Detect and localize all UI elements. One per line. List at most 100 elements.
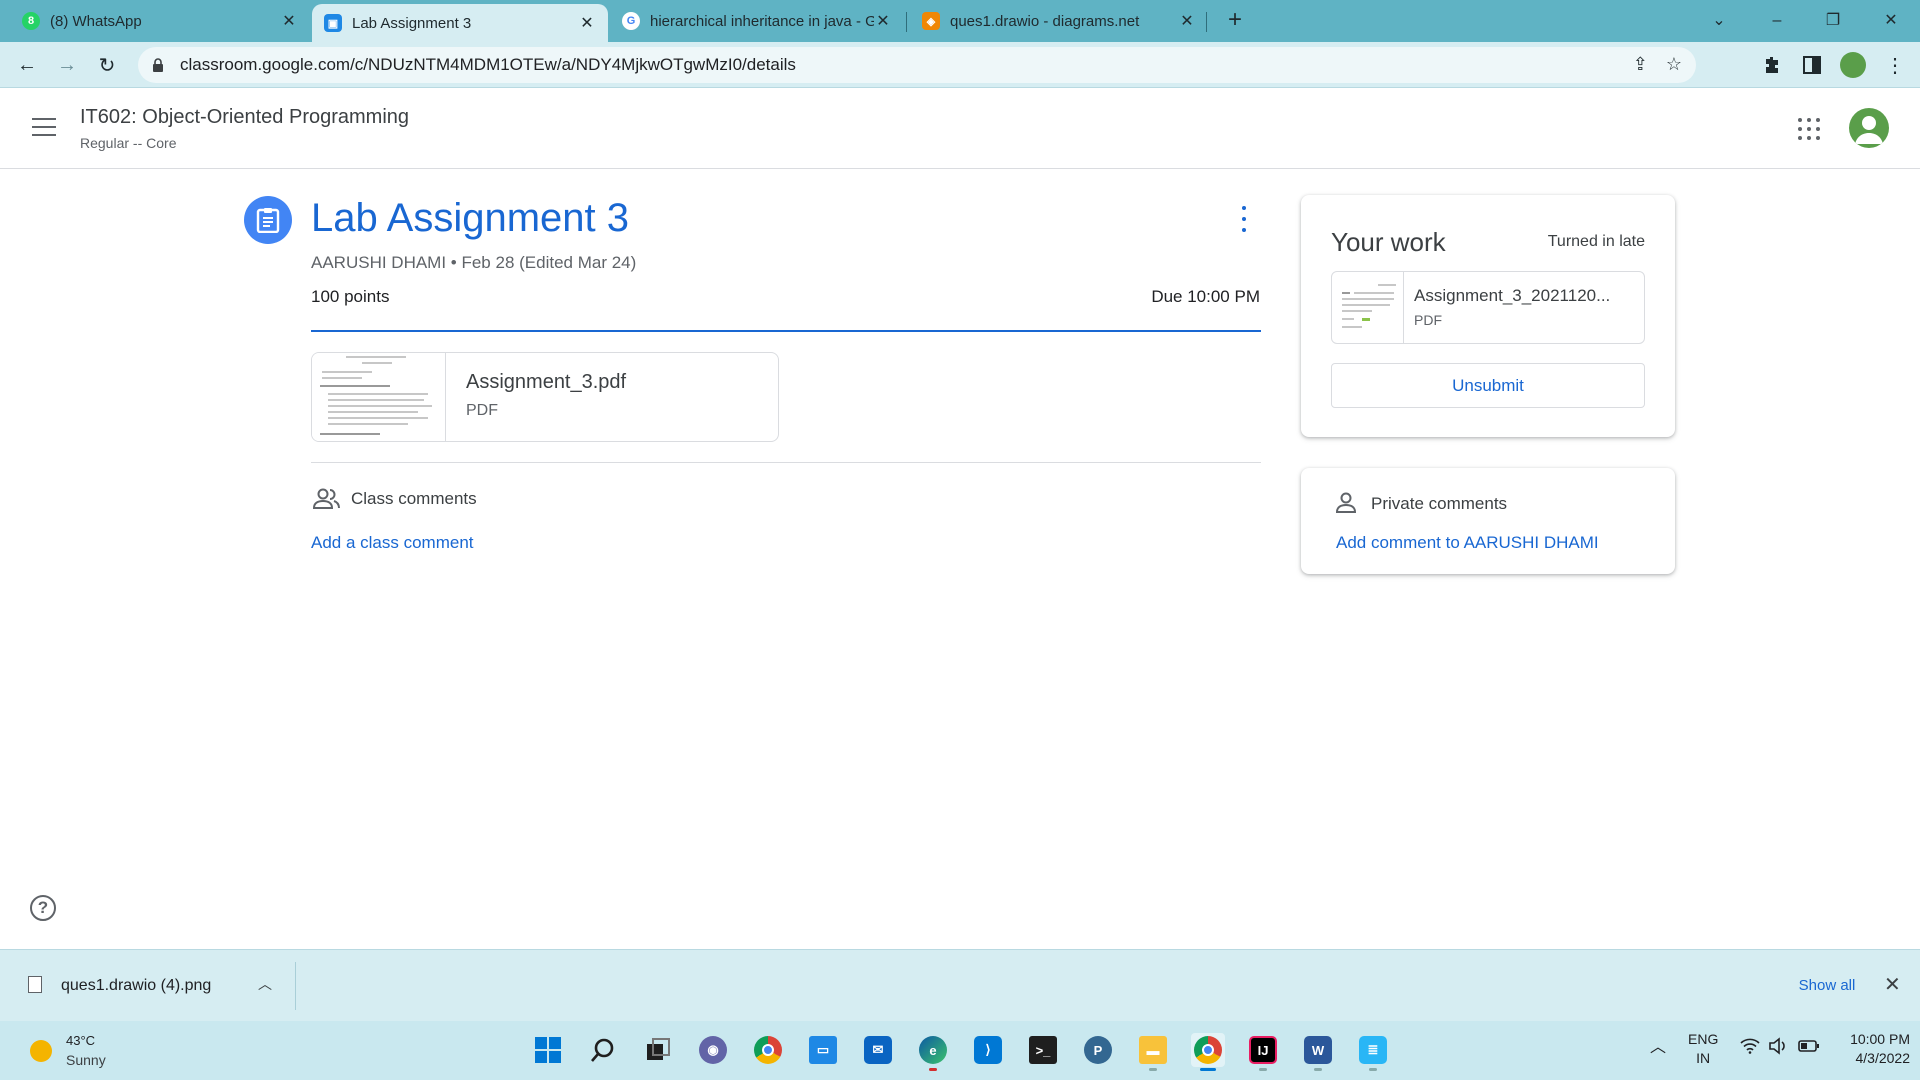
tab-whatsapp[interactable]: 8 (8) WhatsApp ✕ [10,0,310,42]
language-code: ENG [1688,1031,1719,1047]
download-separator [295,962,296,1010]
browser-menu-icon[interactable]: ⋮ [1880,50,1910,80]
region-code: IN [1696,1050,1711,1066]
image-file-icon [28,976,42,993]
lock-icon [152,58,164,72]
postgresql-icon[interactable]: P [1081,1033,1115,1067]
more-options-icon[interactable] [1238,206,1250,232]
weather-sun-icon[interactable] [30,1040,52,1062]
remote-desktop-icon[interactable]: ▭ [806,1033,840,1067]
share-icon[interactable]: ⇪ [1633,54,1648,75]
classroom-header: IT602: Object-Oriented Programming Regul… [0,88,1920,169]
address-bar[interactable]: classroom.google.com/c/NDUzNTM4MDM1OTEw/… [138,47,1696,83]
wifi-icon[interactable] [1740,1038,1760,1057]
mail-icon[interactable]: ✉ [861,1033,895,1067]
profile-avatar-icon[interactable] [1838,50,1868,80]
submitted-file-name: Assignment_3_2021120... [1414,286,1611,305]
account-avatar[interactable] [1849,108,1889,148]
show-all-downloads-button[interactable]: Show all [1782,966,1872,1004]
notepad-icon[interactable]: ≣ [1356,1033,1390,1071]
assignment-points: 100 points [311,287,390,306]
class-comments-label: Class comments [351,489,477,508]
pdf-thumbnail [312,353,446,441]
task-view-icon[interactable] [641,1033,675,1067]
tab-label: Lab Assignment 3 [352,14,472,32]
bookmark-star-icon[interactable]: ☆ [1666,54,1682,75]
private-comments-label: Private comments [1371,494,1508,513]
add-private-comment-link[interactable]: Add comment to AARUSHI DHAMI [1336,533,1599,553]
battery-icon[interactable] [1798,1039,1820,1056]
browser-tab-strip: 8 (8) WhatsApp ✕ ▣ Lab Assignment 3 ✕ G … [0,0,1920,42]
assignment-due: Due 10:00 PM [1151,287,1260,306]
extensions-puzzle-icon[interactable] [1757,50,1787,80]
edge-icon[interactable]: e [916,1033,950,1071]
assignment-title: Lab Assignment 3 [311,196,629,240]
turned-in-status: Turned in late [1547,233,1645,250]
close-tab-icon[interactable]: ✕ [578,13,596,33]
private-comments-card: Private comments Add comment to AARUSHI … [1301,468,1675,574]
tab-separator [1206,12,1207,32]
restore-button[interactable]: ❐ [1818,6,1848,36]
minimize-button[interactable]: – [1762,6,1792,36]
show-hidden-icons-chevron[interactable]: ︿ [1650,1033,1666,1057]
header-divider [311,330,1261,332]
chat-icon[interactable]: ◉ [696,1033,730,1067]
new-tab-button[interactable]: + [1222,8,1248,34]
assignment-clipboard-icon [244,196,292,244]
person-icon [1335,492,1357,519]
unsubmit-button[interactable]: Unsubmit [1331,363,1645,408]
tab-drawio[interactable]: ◈ ques1.drawio - diagrams.net ✕ [910,0,1208,42]
side-panel-icon[interactable] [1797,50,1827,80]
attachment-name: Assignment_3.pdf [466,371,627,393]
clock[interactable]: 10:00 PM 4/3/2022 [1830,1030,1910,1068]
volume-icon[interactable] [1768,1037,1788,1058]
tab-separator [906,12,907,32]
add-class-comment-link[interactable]: Add a class comment [311,533,474,553]
forward-arrow-icon[interactable]: → [52,50,82,80]
back-arrow-icon[interactable]: ← [12,50,42,80]
weather-temperature[interactable]: 43°C [66,1033,95,1048]
reload-icon[interactable]: ↻ [92,50,122,80]
tab-label: ques1.drawio - diagrams.net [950,12,1140,30]
close-tab-icon[interactable]: ✕ [874,11,892,31]
submitted-file-card[interactable]: Assignment_3_2021120... PDF [1331,271,1645,344]
vscode-icon[interactable]: ⟩ [971,1033,1005,1067]
downloads-bar: ques1.drawio (4).png ︿ Show all ✕ [0,949,1920,1021]
tab-label: (8) WhatsApp [50,12,142,30]
file-explorer-icon[interactable]: ▬ [1136,1033,1170,1071]
attachment-card[interactable]: Assignment_3.pdf PDF [311,352,779,442]
chrome-active-icon[interactable] [1191,1033,1225,1071]
clock-date: 4/3/2022 [1855,1050,1911,1066]
close-downloads-icon[interactable]: ✕ [1884,972,1901,997]
main-menu-icon[interactable] [32,118,56,136]
close-window-button[interactable]: ✕ [1876,6,1906,36]
clock-time: 10:00 PM [1850,1031,1910,1047]
tab-google-search[interactable]: G hierarchical inheritance in java - G ✕ [610,0,904,42]
chevron-up-icon[interactable]: ︿ [258,974,272,994]
classroom-icon: ▣ [324,14,342,32]
windows-taskbar: 43°C Sunny ◉ ▭ ✉ e ⟩ >_ P ▬ IJ W ≣ ︿ ENG… [0,1021,1920,1080]
close-tab-icon[interactable]: ✕ [1178,11,1196,31]
tab-lab-assignment[interactable]: ▣ Lab Assignment 3 ✕ [312,4,608,42]
close-tab-icon[interactable]: ✕ [280,11,298,31]
course-title[interactable]: IT602: Object-Oriented Programming [80,106,409,129]
google-apps-icon[interactable] [1798,118,1820,140]
search-icon[interactable] [586,1033,620,1067]
terminal-icon[interactable]: >_ [1026,1033,1060,1067]
start-button[interactable] [531,1033,565,1067]
weather-condition[interactable]: Sunny [66,1052,106,1068]
whatsapp-icon: 8 [22,12,40,30]
language-indicator[interactable]: ENG IN [1688,1030,1718,1068]
course-subtitle: Regular -- Core [80,135,177,151]
download-item-name[interactable]: ques1.drawio (4).png [61,977,211,995]
tab-label: hierarchical inheritance in java - G [650,12,874,30]
people-icon [312,488,341,515]
url-text: classroom.google.com/c/NDUzNTM4MDM1OTEw/… [180,55,796,74]
intellij-icon[interactable]: IJ [1246,1033,1280,1071]
tab-search-icon[interactable]: ⌄ [1704,6,1734,36]
your-work-card: Your work Turned in late Assignment_3_20… [1301,195,1675,437]
browser-toolbar: ← → ↻ classroom.google.com/c/NDUzNTM4MDM… [0,42,1920,88]
chrome-icon[interactable] [751,1033,785,1067]
word-icon[interactable]: W [1301,1033,1335,1071]
help-icon[interactable]: ? [30,895,56,921]
